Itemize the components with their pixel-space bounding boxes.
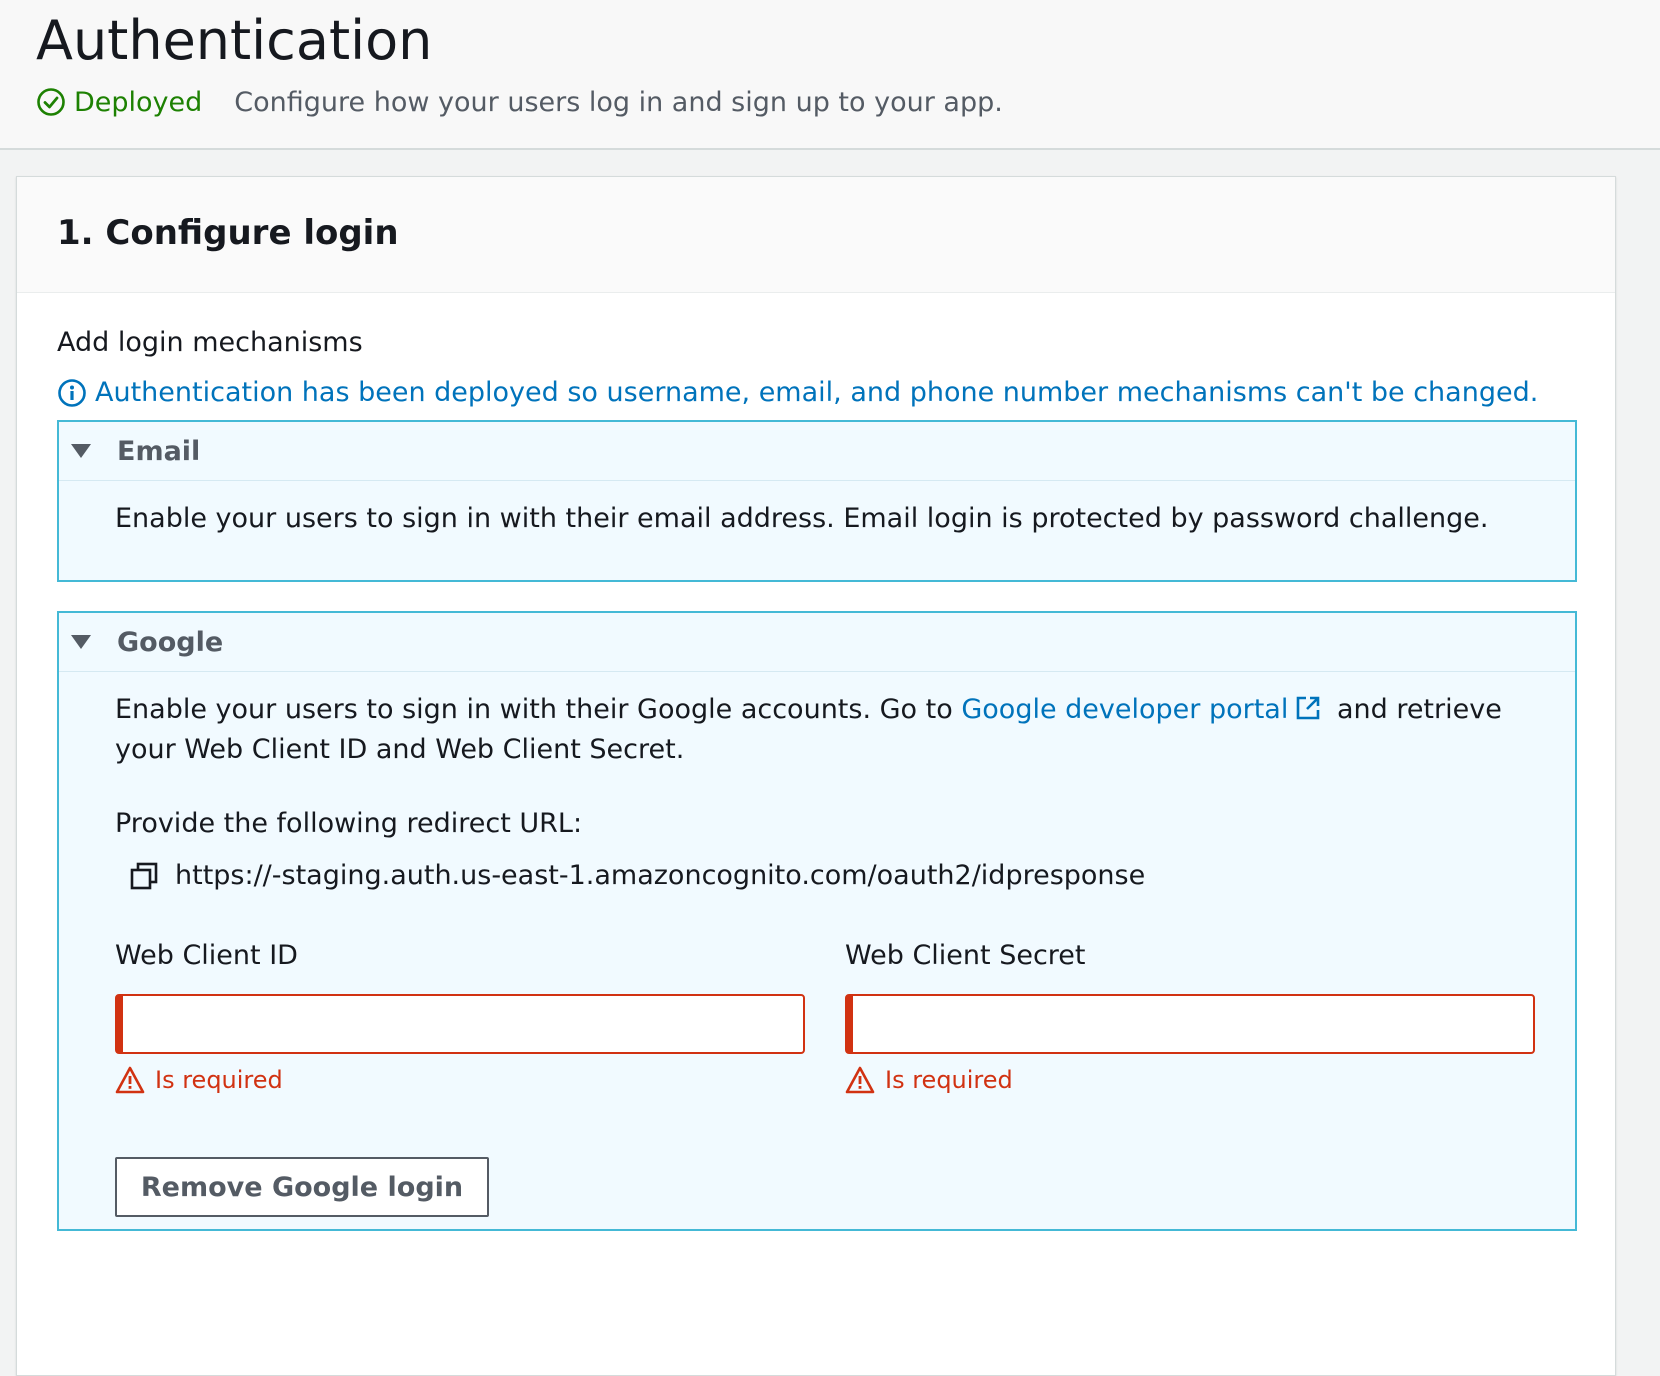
warning-icon [115, 1066, 145, 1094]
web-client-id-input[interactable] [115, 994, 805, 1054]
caret-down-icon [71, 635, 91, 649]
caret-down-icon [71, 444, 91, 458]
web-client-secret-error: Is required [845, 1066, 1013, 1094]
web-client-id-label: Web Client ID [115, 940, 298, 971]
email-expander-header[interactable]: Email [59, 422, 1575, 481]
redirect-label: Provide the following redirect URL: [115, 808, 583, 839]
email-expander: Email Enable your users to sign in with … [57, 420, 1577, 582]
redirect-url-row: https://-staging.auth.us-east-1.amazonco… [129, 860, 1145, 891]
page-header: Authentication Deployed Configure how yo… [0, 0, 1660, 150]
page-description: Configure how your users log in and sign… [234, 86, 1003, 118]
google-expander-header[interactable]: Google [59, 613, 1575, 672]
check-circle-icon [37, 88, 65, 116]
google-expander: Google Enable your users to sign in with… [57, 611, 1577, 1231]
info-icon [58, 379, 86, 407]
google-developer-portal-link[interactable]: Google developer portal [961, 694, 1288, 725]
copy-icon[interactable] [129, 861, 159, 891]
page-title: Authentication [36, 9, 433, 72]
info-message: Authentication has been deployed so user… [57, 375, 1538, 411]
email-expander-title: Email [117, 435, 201, 467]
redirect-url: https://-staging.auth.us-east-1.amazonco… [175, 860, 1146, 891]
email-description: Enable your users to sign in with their … [115, 503, 1489, 534]
remove-google-login-button[interactable]: Remove Google login [115, 1157, 489, 1217]
web-client-id-error-text: Is required [155, 1066, 283, 1094]
google-intro-text: Enable your users to sign in with their … [115, 694, 953, 725]
web-client-secret-label: Web Client Secret [845, 940, 1086, 971]
web-client-secret-error-text: Is required [885, 1066, 1013, 1094]
web-client-id-error: Is required [115, 1066, 283, 1094]
configure-login-panel: 1. Configure login Add login mechanisms … [16, 176, 1616, 1376]
google-expander-title: Google [117, 626, 224, 658]
google-description: Enable your users to sign in with their … [115, 690, 1535, 770]
info-message-text: Authentication has been deployed so user… [95, 377, 1539, 408]
web-client-secret-input[interactable] [845, 994, 1535, 1054]
panel-header: 1. Configure login [17, 177, 1615, 293]
header-subline: Deployed Configure how your users log in… [36, 82, 1003, 122]
panel-title: 1. Configure login [57, 213, 399, 253]
status-text: Deployed [74, 86, 203, 118]
warning-icon [845, 1066, 875, 1094]
section-label: Add login mechanisms [57, 327, 363, 358]
status-badge: Deployed [36, 87, 202, 118]
external-link-icon[interactable] [1294, 694, 1322, 722]
